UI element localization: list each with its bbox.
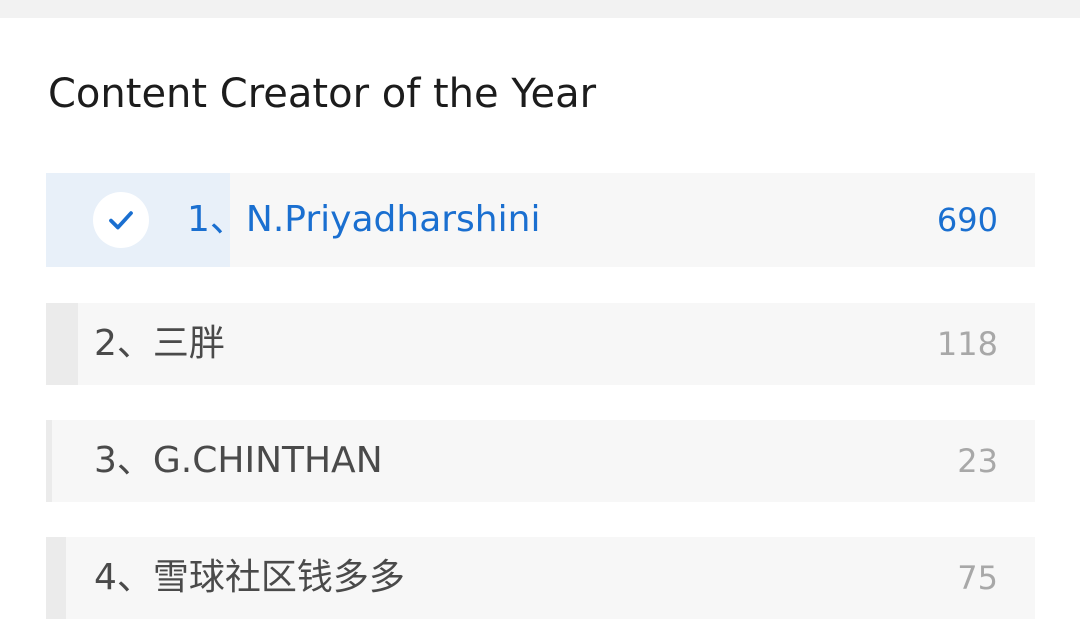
vote-count: 75 xyxy=(957,559,998,597)
option-name: 三胖 xyxy=(152,323,225,364)
poll-option-3[interactable]: 3、G.CHINTHAN 23 xyxy=(46,420,1035,502)
top-divider xyxy=(0,0,1080,18)
option-rank: 1、 xyxy=(187,199,246,240)
option-name: G.CHINTHAN xyxy=(152,440,383,481)
option-name: 雪球社区钱多多 xyxy=(152,557,405,598)
option-label: 3、G.CHINTHAN xyxy=(94,439,383,483)
option-label: 2、三胖 xyxy=(94,322,225,366)
option-rank: 3、 xyxy=(94,440,153,481)
vote-count: 118 xyxy=(936,325,998,363)
poll-option-2[interactable]: 2、三胖 118 xyxy=(46,303,1035,385)
poll-options: 1、N.Priyadharshini 690 2、三胖 118 3、G.CHIN… xyxy=(46,173,1035,619)
vote-count: 23 xyxy=(957,442,998,480)
vote-count: 690 xyxy=(936,201,998,239)
poll-option-1[interactable]: 1、N.Priyadharshini 690 xyxy=(46,173,1035,267)
option-label: 1、N.Priyadharshini xyxy=(187,198,540,242)
poll-option-4[interactable]: 4、雪球社区钱多多 75 xyxy=(46,537,1035,619)
option-label: 4、雪球社区钱多多 xyxy=(94,556,405,600)
option-name: N.Priyadharshini xyxy=(245,199,541,240)
check-icon xyxy=(93,192,149,248)
option-rank: 2、 xyxy=(94,323,153,364)
poll-title: Content Creator of the Year xyxy=(48,71,597,117)
option-rank: 4、 xyxy=(94,557,153,598)
